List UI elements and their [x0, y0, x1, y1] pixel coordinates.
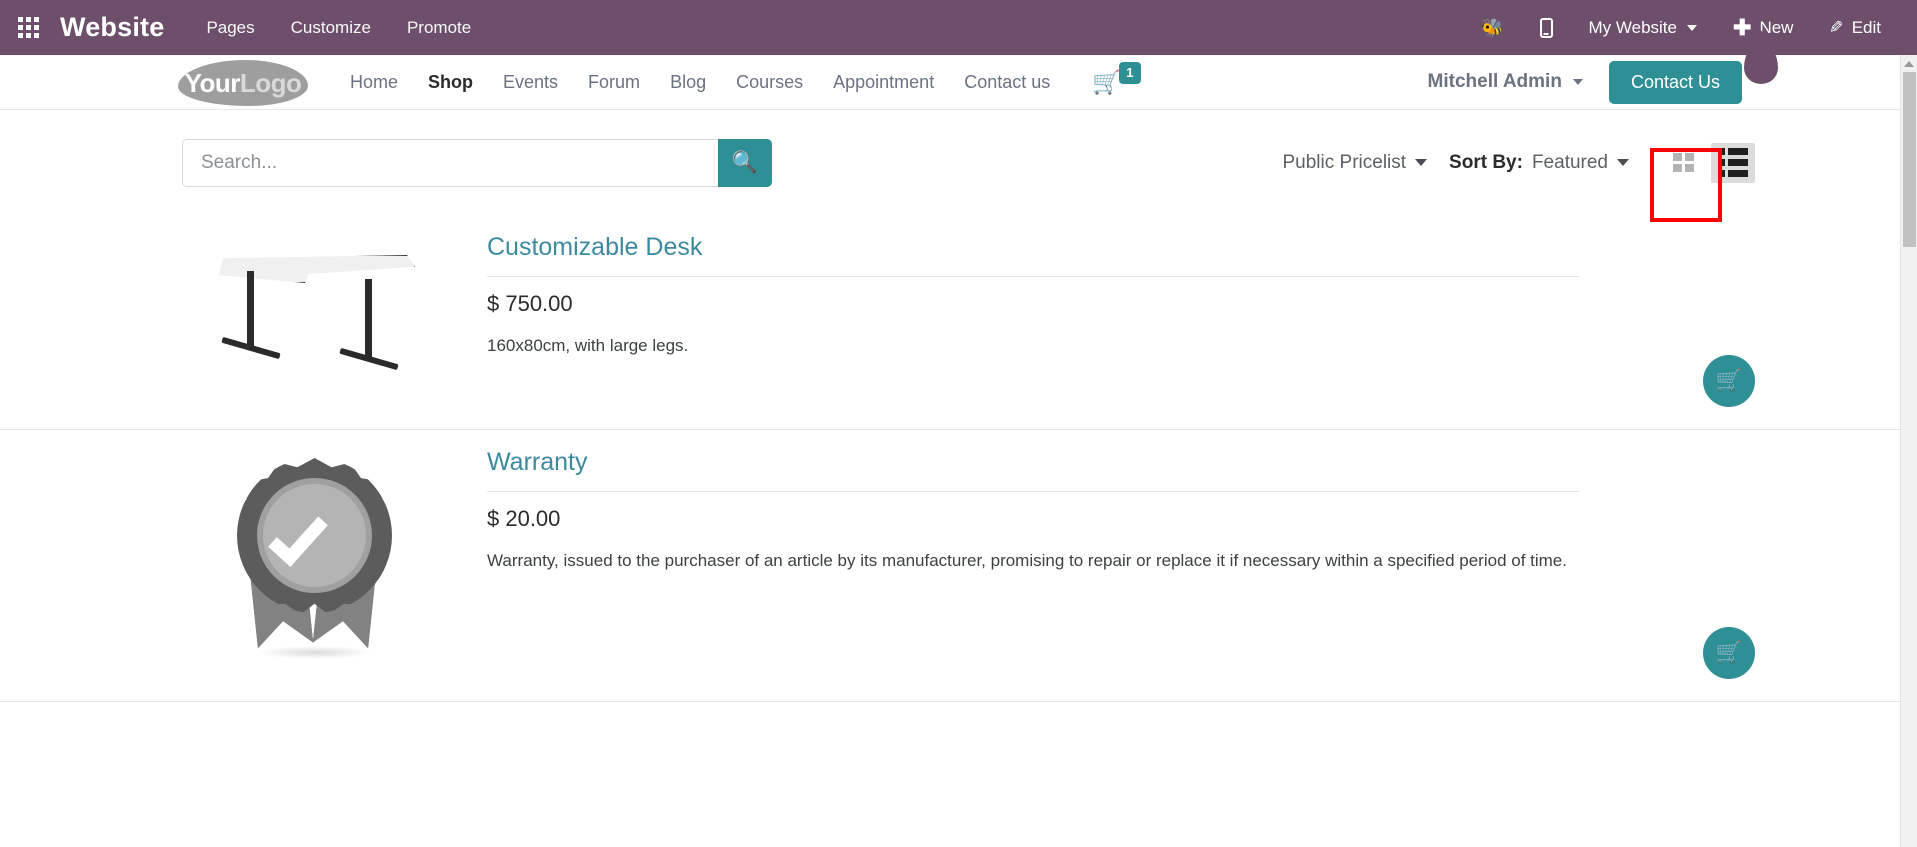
product-name-link[interactable]: Customizable Desk	[487, 233, 702, 276]
shopping-cart-icon: 🛒	[1715, 641, 1743, 664]
product-details: Customizable Desk $ 750.00 160x80cm, wit…	[447, 215, 1755, 359]
sort-by-dropdown[interactable]: Sort By: Featured	[1449, 152, 1629, 174]
header-right-group: Mitchell Admin Contact Us	[1428, 60, 1900, 104]
user-menu[interactable]: Mitchell Admin	[1428, 71, 1583, 93]
edit-button[interactable]: ✎ Edit	[1811, 18, 1899, 38]
pricelist-dropdown-label: Public Pricelist	[1282, 151, 1407, 173]
menu-item-customize[interactable]: Customize	[291, 18, 371, 38]
nav-item-contact-us[interactable]: Contact us	[964, 72, 1050, 93]
product-price: $ 750.00	[487, 291, 573, 316]
mobile-preview-button[interactable]	[1522, 17, 1571, 38]
desk-image	[207, 235, 422, 385]
menu-item-promote[interactable]: Promote	[407, 18, 471, 38]
mobile-icon	[1539, 17, 1553, 38]
product-description: Warranty, issued to the purchaser of an …	[487, 551, 1567, 570]
shop-toolbar: 🔍 Public Pricelist Sort By: Featured	[0, 110, 1900, 215]
edit-button-label: Edit	[1851, 17, 1881, 37]
chevron-down-icon	[1687, 24, 1697, 31]
site-navigation: Home Shop Events Forum Blog Courses Appo…	[350, 72, 1050, 93]
apps-grid-icon[interactable]	[18, 16, 40, 39]
list-view-button[interactable]	[1711, 142, 1755, 183]
nav-item-blog[interactable]: Blog	[670, 72, 706, 93]
topbar-right-group: 🐝 My Website ✚ New ✎ Edit	[1463, 14, 1917, 40]
cart-link[interactable]: 🛒 1	[1092, 61, 1141, 95]
chevron-down-icon	[1572, 79, 1583, 85]
warranty-badge-image	[227, 450, 402, 665]
chevron-down-icon	[1617, 159, 1629, 166]
product-list-item: Warranty $ 20.00 Warranty, issued to the…	[0, 430, 1900, 702]
sort-by-label: Sort By:	[1449, 151, 1523, 173]
shopping-cart-icon: 🛒	[1715, 369, 1743, 392]
product-details: Warranty $ 20.00 Warranty, issued to the…	[447, 430, 1755, 574]
pencil-icon: ✎	[1829, 17, 1844, 37]
product-list: Customizable Desk $ 750.00 160x80cm, wit…	[0, 215, 1900, 702]
nav-item-home[interactable]: Home	[350, 72, 398, 93]
page-scrollbar[interactable]	[1900, 55, 1917, 847]
product-list-item: Customizable Desk $ 750.00 160x80cm, wit…	[0, 215, 1900, 430]
product-price: $ 20.00	[487, 506, 561, 531]
product-description: 160x80cm, with large legs.	[487, 336, 689, 355]
contact-us-button[interactable]: Contact Us	[1608, 60, 1742, 104]
bug-icon: 🐝	[1481, 17, 1504, 38]
website-selector-label: My Website	[1588, 17, 1678, 37]
nav-item-forum[interactable]: Forum	[588, 72, 640, 93]
product-search-group: 🔍	[182, 138, 772, 187]
nav-item-courses[interactable]: Courses	[736, 72, 803, 93]
grid-view-button[interactable]	[1661, 143, 1705, 183]
product-image[interactable]	[182, 430, 447, 665]
menu-item-pages[interactable]: Pages	[206, 18, 254, 38]
search-button[interactable]: 🔍	[718, 138, 772, 187]
grid-view-icon	[1672, 153, 1694, 172]
shop-toolbar-right: Public Pricelist Sort By: Featured	[1283, 142, 1901, 183]
scroll-up-arrow-icon[interactable]	[1901, 55, 1917, 72]
scrollbar-thumb[interactable]	[1902, 72, 1916, 247]
debug-menu-button[interactable]: 🐝	[1463, 19, 1521, 37]
backend-menu: Pages Customize Promote	[206, 18, 471, 38]
shopping-cart-icon: 🛒	[1092, 68, 1121, 95]
sort-by-value: Featured	[1531, 151, 1608, 173]
site-logo[interactable]: Your Logo	[178, 60, 308, 106]
chevron-down-icon	[1415, 159, 1428, 166]
website-header: Your Logo Home Shop Events Forum Blog Cou…	[0, 55, 1900, 110]
odoo-system-topbar: Website Pages Customize Promote 🐝 My Web…	[0, 0, 1917, 55]
list-view-icon	[1718, 148, 1748, 177]
logo-text-secondary: Logo	[239, 67, 302, 98]
plus-icon: ✚	[1733, 14, 1752, 40]
view-mode-toggles	[1661, 142, 1755, 183]
search-input[interactable]	[182, 138, 718, 187]
app-title[interactable]: Website	[60, 12, 164, 43]
add-to-cart-button[interactable]: 🛒	[1703, 627, 1755, 679]
user-menu-label: Mitchell Admin	[1427, 71, 1562, 92]
logo-text-primary: Your	[184, 67, 241, 98]
nav-item-shop[interactable]: Shop	[428, 72, 473, 93]
cart-count-badge: 1	[1118, 61, 1141, 84]
product-image[interactable]	[182, 215, 447, 385]
nav-item-events[interactable]: Events	[503, 72, 558, 93]
nav-item-appointment[interactable]: Appointment	[833, 72, 934, 93]
pricelist-dropdown[interactable]: Public Pricelist	[1283, 152, 1428, 174]
add-to-cart-button[interactable]: 🛒	[1703, 355, 1755, 407]
website-selector[interactable]: My Website	[1571, 18, 1716, 38]
search-icon: 🔍	[731, 150, 759, 174]
product-name-link[interactable]: Warranty	[487, 448, 587, 491]
